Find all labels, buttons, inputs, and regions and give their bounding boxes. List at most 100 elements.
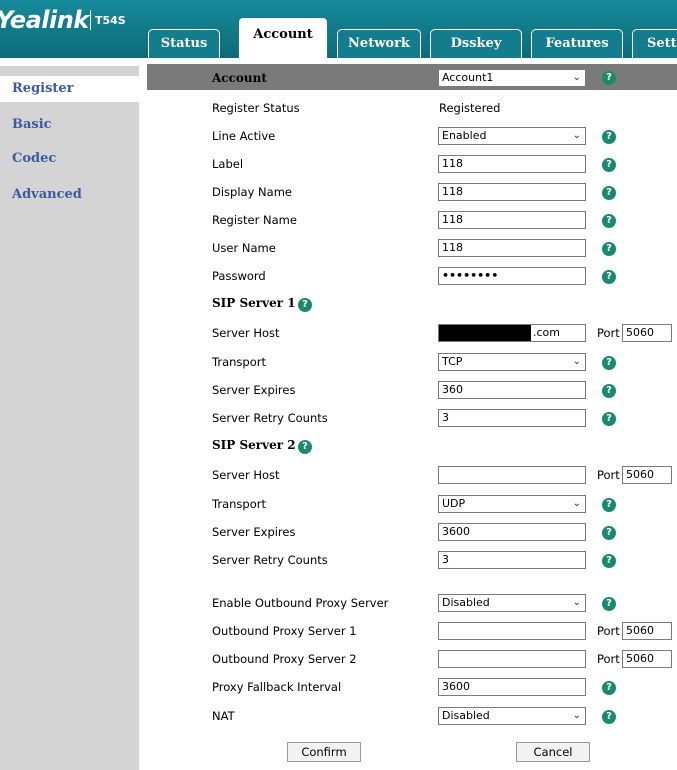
outbound-proxy-2-label: Outbound Proxy Server 2	[212, 652, 357, 666]
outbound-proxy-2-port-label: Port	[597, 652, 620, 666]
outbound-proxy-enable-select[interactable]: Disabled ⌄	[438, 594, 586, 612]
help-icon[interactable]: ?	[602, 412, 616, 426]
outbound-proxy-1-port-label: Port	[597, 624, 620, 638]
help-icon[interactable]: ?	[602, 158, 616, 172]
sip1-retry-input[interactable]: 3	[438, 409, 586, 427]
sip2-transport-select[interactable]: UDP ⌄	[438, 495, 586, 513]
redacted-block	[439, 325, 531, 341]
help-icon[interactable]: ?	[602, 130, 616, 144]
register-status-value: Registered	[439, 101, 501, 115]
help-icon[interactable]: ?	[602, 214, 616, 228]
register-name-label: Register Name	[212, 213, 297, 227]
sip2-retry-input[interactable]: 3	[438, 551, 586, 569]
line-active-select[interactable]: Enabled ⌄	[438, 127, 586, 145]
sip2-port-label: Port	[597, 468, 620, 482]
user-name-label: User Name	[212, 241, 276, 255]
label-input[interactable]: 118	[438, 155, 586, 173]
tab-features[interactable]: Features	[531, 29, 623, 58]
help-icon[interactable]: ?	[602, 597, 616, 611]
outbound-proxy-2-input[interactable]	[438, 650, 586, 668]
help-icon[interactable]: ?	[298, 298, 312, 312]
sip2-transport-value: UDP	[442, 497, 466, 510]
outbound-proxy-1-input[interactable]	[438, 622, 586, 640]
help-icon[interactable]: ?	[602, 186, 616, 200]
help-icon[interactable]: ?	[298, 440, 312, 454]
nat-label: NAT	[212, 709, 235, 723]
display-name-input[interactable]: 118	[438, 183, 586, 201]
tab-settings[interactable]: Setti	[632, 29, 677, 58]
label-label: Label	[212, 157, 244, 171]
proxy-fallback-input[interactable]: 3600	[438, 678, 586, 696]
tab-status[interactable]: Status	[148, 29, 220, 58]
sip1-host-suffix: .com	[533, 326, 560, 339]
sip1-expires-label: Server Expires	[212, 383, 296, 397]
brand-logo: Yealink	[0, 6, 89, 34]
outbound-proxy-2-port-input[interactable]: 5060	[622, 650, 672, 668]
help-icon[interactable]: ?	[602, 554, 616, 568]
account-label: Account	[212, 71, 267, 85]
sip1-port-input[interactable]: 5060	[622, 324, 672, 342]
help-icon[interactable]: ?	[602, 710, 616, 724]
help-icon[interactable]: ?	[602, 384, 616, 398]
help-icon[interactable]: ?	[602, 681, 616, 695]
chevron-down-icon: ⌄	[572, 356, 581, 367]
outbound-proxy-1-label: Outbound Proxy Server 1	[212, 624, 357, 638]
outbound-proxy-1-port-input[interactable]: 5060	[622, 622, 672, 640]
nat-select[interactable]: Disabled ⌄	[438, 707, 586, 725]
account-select-value: Account1	[442, 71, 494, 84]
sip1-retry-label: Server Retry Counts	[212, 411, 328, 425]
sip1-port-label: Port	[597, 326, 620, 340]
sidebar-item-advanced[interactable]: Advanced	[0, 182, 139, 208]
sip2-host-input[interactable]	[438, 466, 586, 484]
register-name-input[interactable]: 118	[438, 211, 586, 229]
help-icon[interactable]: ?	[602, 526, 616, 540]
sip-server-2-heading: SIP Server 2	[212, 438, 296, 452]
outbound-proxy-enable-value: Disabled	[442, 596, 490, 609]
help-icon[interactable]: ?	[602, 270, 616, 284]
password-label: Password	[212, 269, 266, 283]
sip2-host-label: Server Host	[212, 468, 280, 482]
chevron-down-icon: ⌄	[572, 72, 581, 83]
user-name-input[interactable]: 118	[438, 239, 586, 257]
help-icon[interactable]: ?	[602, 242, 616, 256]
sip-server-1-heading: SIP Server 1	[212, 296, 296, 310]
sip1-transport-label: Transport	[212, 355, 266, 369]
password-input[interactable]: ••••••••	[438, 267, 586, 285]
chevron-down-icon: ⌄	[572, 130, 581, 141]
account-select[interactable]: Account1 ⌄	[438, 69, 586, 87]
sip1-transport-select[interactable]: TCP ⌄	[438, 353, 586, 371]
tab-dsskey[interactable]: Dsskey	[430, 29, 522, 58]
confirm-button[interactable]: Confirm	[287, 742, 361, 762]
help-icon[interactable]: ?	[602, 356, 616, 370]
top-header: Yealink T54S Status Account Network Dssk…	[0, 0, 677, 58]
sip1-host-input[interactable]: .com	[438, 324, 586, 342]
sidebar-item-codec[interactable]: Codec	[0, 146, 139, 172]
chevron-down-icon: ⌄	[572, 710, 581, 721]
cancel-button[interactable]: Cancel	[516, 742, 590, 762]
sip1-host-label: Server Host	[212, 326, 280, 340]
logo-divider	[90, 10, 91, 30]
sip1-expires-input[interactable]: 360	[438, 381, 586, 399]
display-name-label: Display Name	[212, 185, 292, 199]
sip2-retry-label: Server Retry Counts	[212, 553, 328, 567]
line-active-label: Line Active	[212, 129, 276, 143]
line-active-value: Enabled	[442, 129, 487, 142]
chevron-down-icon: ⌄	[572, 498, 581, 509]
proxy-fallback-label: Proxy Fallback Interval	[212, 680, 342, 694]
sidebar-item-basic[interactable]: Basic	[0, 112, 139, 138]
help-icon[interactable]: ?	[602, 498, 616, 512]
tab-network[interactable]: Network	[337, 29, 421, 58]
chevron-down-icon: ⌄	[572, 597, 581, 608]
nat-value: Disabled	[442, 709, 490, 722]
sip2-expires-label: Server Expires	[212, 525, 296, 539]
outbound-proxy-enable-label: Enable Outbound Proxy Server	[212, 596, 389, 610]
sidebar-item-register[interactable]: Register	[0, 76, 139, 102]
tab-account[interactable]: Account	[238, 17, 328, 58]
model-label: T54S	[95, 14, 126, 27]
sip2-port-input[interactable]: 5060	[622, 466, 672, 484]
sip2-transport-label: Transport	[212, 497, 266, 511]
sip2-expires-input[interactable]: 3600	[438, 523, 586, 541]
help-icon[interactable]: ?	[602, 71, 616, 85]
register-status-label: Register Status	[212, 101, 300, 115]
sip1-transport-value: TCP	[442, 355, 463, 368]
